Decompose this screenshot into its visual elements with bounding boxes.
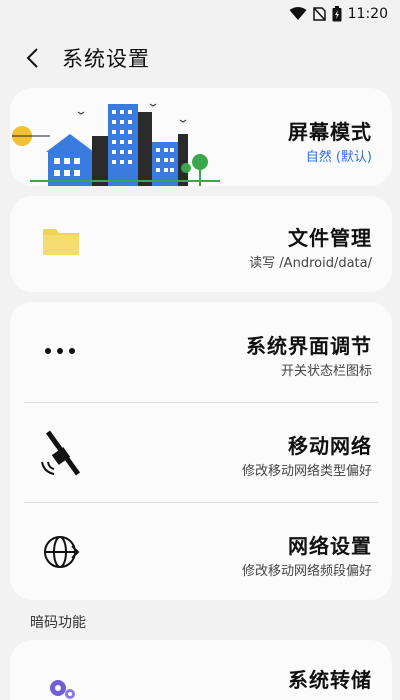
ui-tuning-row[interactable]: 系统界面调节 开关状态栏图标 — [10, 302, 392, 402]
file-manage-card: 文件管理 读写 /Android/data/ — [10, 196, 392, 292]
chevron-left-icon — [26, 48, 38, 68]
file-manage-row[interactable]: 文件管理 读写 /Android/data/ — [10, 196, 392, 292]
file-manage-title: 文件管理 — [288, 226, 372, 250]
network-settings-title: 网络设置 — [288, 534, 372, 558]
section-label-secret-codes: 暗码功能 — [30, 615, 86, 631]
screen-mode-subtitle: 自然 (默认) — [305, 150, 372, 165]
city-illustration-icon — [12, 103, 220, 186]
globe-icon — [44, 536, 80, 568]
gear-icon — [50, 680, 75, 699]
mobile-network-subtitle: 修改移动网络类型偏好 — [241, 464, 372, 479]
status-bar: 11:20 — [0, 0, 400, 28]
screen-mode-row[interactable]: 屏幕模式 自然 (默认) — [10, 88, 392, 186]
back-button[interactable] — [12, 38, 52, 78]
clock: 11:20 — [347, 6, 388, 22]
system-dump-card: 系统转储 — [10, 640, 392, 700]
page-title: 系统设置 — [62, 47, 150, 71]
screen-mode-title: 屏幕模式 — [288, 120, 372, 144]
wifi-icon — [289, 7, 307, 21]
file-manage-subtitle: 读写 /Android/data/ — [249, 256, 372, 271]
more-dots-icon — [45, 348, 75, 354]
network-settings-row[interactable]: 网络设置 修改移动网络频段偏好 — [10, 502, 392, 600]
network-settings-subtitle: 修改移动网络频段偏好 — [241, 564, 372, 579]
no-sim-icon — [312, 7, 326, 21]
ui-tuning-subtitle: 开关状态栏图标 — [280, 364, 372, 379]
header: 系统设置 — [0, 36, 400, 80]
ui-tuning-title: 系统界面调节 — [246, 334, 372, 358]
system-group-card: 系统界面调节 开关状态栏图标 移动网络 修改移动网络类型偏好 网络设置 修改移动… — [10, 302, 392, 600]
battery-charging-icon — [332, 6, 342, 22]
satellite-icon — [41, 430, 81, 476]
system-dump-title: 系统转储 — [288, 668, 372, 692]
screen-mode-card: 屏幕模式 自然 (默认) — [10, 88, 392, 186]
mobile-network-title: 移动网络 — [288, 434, 372, 458]
system-dump-row[interactable]: 系统转储 — [10, 640, 392, 700]
folder-icon — [43, 229, 79, 255]
mobile-network-row[interactable]: 移动网络 修改移动网络类型偏好 — [10, 402, 392, 502]
